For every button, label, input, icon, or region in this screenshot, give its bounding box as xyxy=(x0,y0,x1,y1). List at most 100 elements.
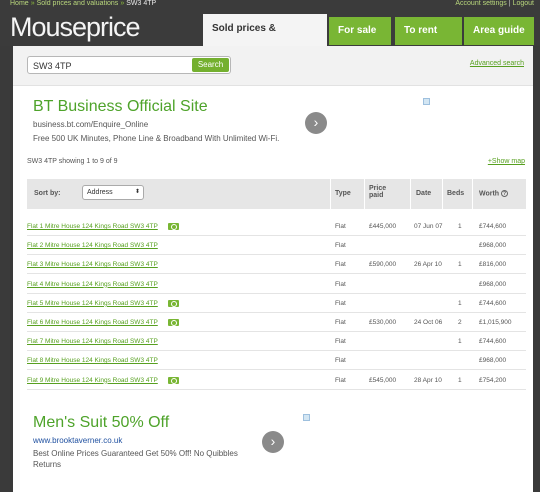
breadcrumb-home[interactable]: Home xyxy=(10,0,29,7)
cell-worth: £754,200 xyxy=(479,376,507,384)
header-type[interactable]: Type xyxy=(335,190,351,197)
chevron-updown-icon: ⬍ xyxy=(134,189,140,195)
ad-headline[interactable]: Men's Suit 50% Off xyxy=(33,414,438,432)
cell-worth: £968,000 xyxy=(479,357,507,365)
ad-url[interactable]: www.brooktaverner.co.uk xyxy=(33,436,438,445)
header-price-paid[interactable]: Price paid xyxy=(369,185,386,199)
table-header: Sort by: Address ⬍ Type Price paid Date … xyxy=(27,179,526,209)
breadcrumb: Home» Sold prices and valuations» SW3 4TP xyxy=(10,0,156,7)
cell-beds: 1 xyxy=(458,338,462,346)
sort-select-value: Address xyxy=(87,189,113,196)
camera-icon[interactable] xyxy=(168,319,179,326)
cell-beds: 2 xyxy=(458,319,462,326)
cell-beds: 1 xyxy=(458,223,462,230)
ad-headline[interactable]: BT Business Official Site xyxy=(33,98,438,116)
cell-price-paid: £545,000 xyxy=(369,376,397,384)
header-price-line2: paid xyxy=(369,192,384,199)
cell-type: Flat xyxy=(335,261,346,269)
column-divider xyxy=(330,179,331,209)
address-link[interactable]: Flat 3 Mitre House 124 Kings Road SW3 4T… xyxy=(27,261,158,268)
search-bar: Search Advanced search xyxy=(13,46,533,86)
table-row: Flat 2 Mitre House 124 Kings Road SW3 4T… xyxy=(27,236,526,256)
cell-worth: £744,600 xyxy=(479,338,507,346)
cell-date: 26 Apr 10 xyxy=(414,261,442,269)
cell-worth: £816,000 xyxy=(479,261,507,269)
header-worth-label: Worth xyxy=(479,190,500,198)
tab-to-rent[interactable]: To rent xyxy=(395,17,462,45)
search-input[interactable] xyxy=(33,59,183,72)
table-row: Flat 3 Mitre House 124 Kings Road SW3 4T… xyxy=(27,255,526,275)
breadcrumb-separator: » xyxy=(30,0,35,7)
show-map-link[interactable]: +Show map xyxy=(488,158,525,165)
column-divider xyxy=(364,179,365,209)
sort-select[interactable]: Address ⬍ xyxy=(82,185,144,200)
column-divider xyxy=(472,179,473,209)
cell-worth: £1,015,900 xyxy=(479,319,512,326)
account-separator: | xyxy=(508,0,511,7)
cell-date: 07 Jun 07 xyxy=(414,223,443,230)
cell-worth: £744,600 xyxy=(479,223,507,230)
tab-sold-prices[interactable]: Sold prices & valuations xyxy=(203,14,327,64)
tab-area-guide[interactable]: Area guide xyxy=(464,17,534,45)
results-summary: SW3 4TP showing 1 to 9 of 9 xyxy=(27,158,118,165)
chevron-right-icon[interactable]: › xyxy=(262,431,284,453)
adchoices-icon[interactable] xyxy=(423,98,430,105)
breadcrumb-current: SW3 4TP xyxy=(126,0,157,7)
adchoices-icon[interactable] xyxy=(303,414,310,421)
camera-icon[interactable] xyxy=(168,299,179,307)
ad-block-bt[interactable]: BT Business Official Site business.bt.co… xyxy=(33,98,438,150)
cell-worth: £968,000 xyxy=(479,242,507,250)
address-link[interactable]: Flat 5 Mitre House 124 Kings Road SW3 4T… xyxy=(27,300,158,307)
chevron-right-icon[interactable]: › xyxy=(305,112,327,134)
cell-worth: £744,600 xyxy=(479,299,507,307)
advanced-search-link[interactable]: Advanced search xyxy=(470,60,524,67)
column-divider xyxy=(410,179,411,209)
cell-date: 28 Apr 10 xyxy=(414,376,442,384)
table-row: Flat 9 Mitre House 124 Kings Road SW3 4T… xyxy=(27,371,526,390)
cell-type: Flat xyxy=(335,376,346,384)
site-logo[interactable]: Mouseprice xyxy=(10,12,141,43)
search-button[interactable]: Search xyxy=(192,58,229,72)
table-row: Flat 8 Mitre House 124 Kings Road SW3 4T… xyxy=(27,351,526,371)
address-link[interactable]: Flat 4 Mitre House 124 Kings Road SW3 4T… xyxy=(27,281,158,288)
breadcrumb-sold-prices[interactable]: Sold prices and valuations xyxy=(37,0,119,7)
cell-price-paid: £445,000 xyxy=(369,223,397,230)
column-divider xyxy=(442,179,443,209)
ad-description: Free 500 UK Minutes, Phone Line & Broadb… xyxy=(33,134,280,143)
address-link[interactable]: Flat 7 Mitre House 124 Kings Road SW3 4T… xyxy=(27,338,158,345)
cell-type: Flat xyxy=(335,338,346,346)
cell-type: Flat xyxy=(335,319,346,326)
logout-link[interactable]: Logout xyxy=(513,0,534,7)
address-link[interactable]: Flat 2 Mitre House 124 Kings Road SW3 4T… xyxy=(27,242,158,249)
cell-type: Flat xyxy=(335,242,346,250)
cell-type: Flat xyxy=(335,357,346,365)
cell-type: Flat xyxy=(335,223,346,230)
camera-icon[interactable] xyxy=(168,376,179,384)
table-row: Flat 1 Mitre House 124 Kings Road SW3 4T… xyxy=(27,217,526,236)
tab-for-sale[interactable]: For sale xyxy=(329,17,391,45)
cell-beds: 1 xyxy=(458,299,462,307)
ad-url[interactable]: business.bt.com/Enquire_Online xyxy=(33,120,438,129)
cell-date: 24 Oct 06 xyxy=(414,319,443,326)
breadcrumb-separator: » xyxy=(120,0,125,7)
header-date[interactable]: Date xyxy=(416,190,431,197)
table-row: Flat 7 Mitre House 124 Kings Road SW3 4T… xyxy=(27,332,526,352)
ad-description: Best Online Prices Guaranteed Get 50% Of… xyxy=(33,449,238,469)
cell-type: Flat xyxy=(335,280,346,288)
ad-block-suit[interactable]: Men's Suit 50% Off www.brooktaverner.co.… xyxy=(33,414,438,484)
address-link[interactable]: Flat 8 Mitre House 124 Kings Road SW3 4T… xyxy=(27,357,158,364)
address-link[interactable]: Flat 6 Mitre House 124 Kings Road SW3 4T… xyxy=(27,319,158,326)
header-beds[interactable]: Beds xyxy=(447,190,464,197)
camera-icon[interactable] xyxy=(168,223,179,230)
sort-label: Sort by: xyxy=(34,190,61,197)
cell-worth: £968,000 xyxy=(479,280,507,288)
address-link[interactable]: Flat 9 Mitre House 124 Kings Road SW3 4T… xyxy=(27,377,158,384)
address-link[interactable]: Flat 1 Mitre House 124 Kings Road SW3 4T… xyxy=(27,223,158,230)
header-worth[interactable]: Worth ? xyxy=(479,190,509,198)
site-header: Home» Sold prices and valuations» SW3 4TP … xyxy=(0,0,540,64)
main-content: Search Advanced search BT Business Offic… xyxy=(13,46,533,492)
account-settings-link[interactable]: Account settings xyxy=(455,0,506,7)
cell-beds: 1 xyxy=(458,376,462,384)
table-row: Flat 4 Mitre House 124 Kings Road SW3 4T… xyxy=(27,275,526,294)
info-icon[interactable]: ? xyxy=(501,190,509,197)
